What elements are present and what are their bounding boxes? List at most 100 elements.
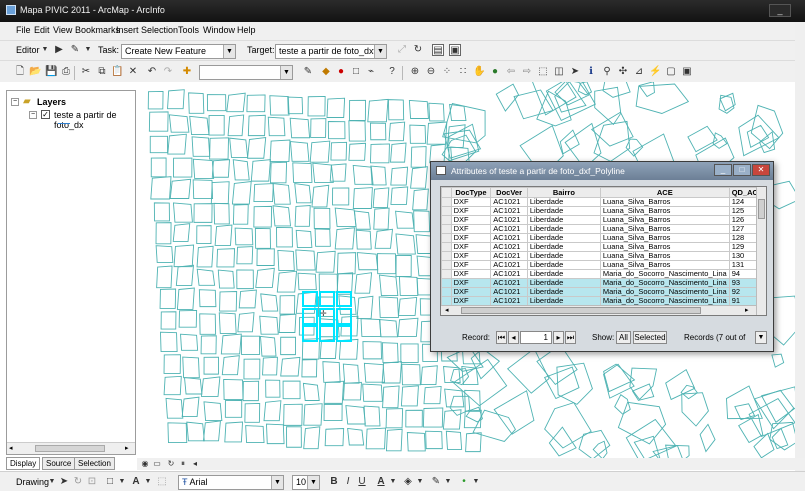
scroll-right-icon[interactable]: ▸ xyxy=(745,306,749,314)
chevron-down-icon[interactable]: ▼ xyxy=(387,476,399,488)
attributes-window[interactable]: Attributes of teste a partir de foto_dxf… xyxy=(430,161,774,352)
table-row[interactable]: DXF AC1021 Liberdade Luana_Silva_Barros 124 xyxy=(441,197,766,207)
menu-help[interactable]: Help xyxy=(237,25,256,35)
chevron-down-icon[interactable]: ▼ xyxy=(307,476,319,489)
table-row[interactable]: DXFAC1021LiberdadeMaria_do_Socorro_Nasci… xyxy=(441,278,766,288)
collapse-toggle-icon[interactable]: − xyxy=(29,111,37,119)
time-slider-icon[interactable]: ▢ xyxy=(665,66,677,78)
layout-view-icon[interactable]: ▭ xyxy=(151,458,163,470)
copy-icon[interactable]: ⧉ xyxy=(96,66,108,78)
select-elements-icon[interactable]: ➤ xyxy=(58,476,70,488)
model-builder-icon[interactable]: ⌁ xyxy=(365,66,377,78)
identify-icon[interactable]: ℹ xyxy=(585,66,597,78)
whats-this-icon[interactable]: ? xyxy=(386,66,398,78)
minimize-button[interactable]: _ xyxy=(769,4,791,17)
table-row[interactable]: DXF AC1021 Liberdade Luana_Silva_Barros 131 xyxy=(441,260,766,270)
underline-icon[interactable]: U xyxy=(356,476,368,488)
table-row[interactable]: DXFAC1021LiberdadeMaria_do_Socorro_Nasci… xyxy=(441,269,766,279)
menu-edit[interactable]: Edit xyxy=(34,25,50,35)
chevron-down-icon[interactable]: ▼ xyxy=(414,476,426,488)
table-row[interactable]: DXF AC1021 Liberdade Luana_Silva_Barros 129 xyxy=(441,242,766,252)
chevron-down-icon[interactable]: ▼ xyxy=(470,476,482,488)
chevron-down-icon[interactable]: ▼ xyxy=(82,44,94,56)
row-selector[interactable] xyxy=(441,287,452,297)
arctoolbox-icon[interactable]: ◆ xyxy=(320,66,332,78)
scroll-left-icon[interactable]: ◂ xyxy=(9,444,13,452)
row-selector[interactable] xyxy=(441,242,452,252)
editor-toolbar-icon[interactable]: ✎ xyxy=(302,66,314,78)
row-selector[interactable] xyxy=(441,197,452,207)
back-extent-icon[interactable]: ⇦ xyxy=(505,66,517,78)
table-row[interactable]: DXF AC1021 Liberdade Luana_Silva_Barros 126 xyxy=(441,215,766,225)
options-dropdown-button[interactable]: ▼ xyxy=(755,331,767,344)
row-selector[interactable] xyxy=(441,251,452,261)
show-all-button[interactable]: All xyxy=(616,331,631,344)
chevron-down-icon[interactable]: ▼ xyxy=(46,476,58,488)
italic-icon[interactable]: I xyxy=(342,476,354,488)
sketch-pencil-icon[interactable]: ✎ xyxy=(69,44,81,56)
layer-name[interactable]: teste a partir de foto_dx xyxy=(54,110,135,130)
column-bairro[interactable]: Bairro xyxy=(526,187,601,198)
table-row[interactable]: DXF AC1021 Liberdade Luana_Silva_Barros 128 xyxy=(441,233,766,243)
next-record-button[interactable]: ▸ xyxy=(553,331,564,344)
row-selector[interactable] xyxy=(441,269,452,279)
chevron-down-icon[interactable]: ▼ xyxy=(39,44,51,56)
forward-extent-icon[interactable]: ⇨ xyxy=(521,66,533,78)
menu-selection[interactable]: Selection xyxy=(141,25,178,35)
attributes-title-bar[interactable]: Attributes of teste a partir de foto_dxf… xyxy=(431,162,773,180)
menu-tools[interactable]: Tools xyxy=(178,25,199,35)
chevron-down-icon[interactable]: ▼ xyxy=(223,45,235,58)
command-line-icon[interactable]: □ xyxy=(350,66,362,78)
column-doctype[interactable]: DocType xyxy=(450,187,492,198)
chevron-down-icon[interactable]: ▼ xyxy=(142,476,154,488)
sketch-tool-icon[interactable]: ⤢ xyxy=(396,44,408,56)
zoom-in-icon[interactable]: ⊕ xyxy=(409,66,421,78)
chevron-down-icon[interactable]: ▼ xyxy=(374,45,386,58)
toc-root-label[interactable]: Layers xyxy=(37,97,66,107)
line-color-icon[interactable]: ✎ xyxy=(430,476,442,488)
collapse-toggle-icon[interactable]: − xyxy=(11,98,19,106)
paste-icon[interactable]: 📋 xyxy=(111,66,123,78)
menu-window[interactable]: Window xyxy=(203,25,235,35)
hyperlink-icon[interactable]: ⚡ xyxy=(649,66,661,78)
table-row[interactable]: DXF AC1021 Liberdade Luana_Silva_Barros 125 xyxy=(441,206,766,216)
editor-menu-label[interactable]: Editor xyxy=(16,45,40,55)
tab-display[interactable]: Display xyxy=(6,457,41,470)
menu-file[interactable]: File xyxy=(16,25,31,35)
menu-insert[interactable]: Insert xyxy=(116,25,139,35)
print-icon[interactable]: ⎙ xyxy=(60,66,72,78)
show-selected-button[interactable]: Selected xyxy=(633,331,667,344)
refresh-icon[interactable]: ↻ xyxy=(165,458,177,470)
menu-view[interactable]: View xyxy=(53,25,72,35)
measure-icon[interactable]: ⊿ xyxy=(633,66,645,78)
row-selector[interactable] xyxy=(441,233,452,243)
row-selector[interactable] xyxy=(441,278,452,288)
font-select[interactable]: Ŧ Arial ▼ xyxy=(178,475,284,490)
map-scale-select[interactable]: ▼ xyxy=(199,65,293,80)
row-selector[interactable] xyxy=(441,224,452,234)
rotate-icon[interactable]: ↻ xyxy=(72,476,84,488)
text-tool-icon[interactable]: A xyxy=(130,476,142,488)
target-select[interactable]: teste a partir de foto_dxf_Poly ▼ xyxy=(275,44,387,59)
zoom-out-icon[interactable]: ⊖ xyxy=(425,66,437,78)
row-selector[interactable] xyxy=(441,206,452,216)
maximize-button[interactable]: □ xyxy=(733,164,751,176)
redo-icon[interactable]: ↷ xyxy=(162,66,174,78)
chevron-down-icon[interactable]: ▼ xyxy=(442,476,454,488)
font-size-select[interactable]: 10 ▼ xyxy=(292,475,320,490)
viewer-window-icon[interactable]: ▣ xyxy=(681,66,693,78)
fill-color-icon[interactable]: ◈ xyxy=(402,476,414,488)
open-folder-icon[interactable]: 📂 xyxy=(29,66,41,78)
column-ace[interactable]: ACE xyxy=(599,187,730,198)
rectangle-icon[interactable]: □ xyxy=(104,476,116,488)
row-selector[interactable] xyxy=(441,260,452,270)
add-data-icon[interactable]: ✚ xyxy=(181,66,193,78)
attributes-table-icon[interactable]: ▤ xyxy=(432,44,444,56)
save-icon[interactable]: 💾 xyxy=(45,66,57,78)
zoom-to-selected-icon[interactable]: ⊡ xyxy=(86,476,98,488)
undo-icon[interactable]: ↶ xyxy=(146,66,158,78)
full-extent-globe-icon[interactable]: ● xyxy=(489,66,501,78)
new-document-icon[interactable]: 🗋 xyxy=(14,66,26,78)
table-horizontal-scrollbar[interactable]: ◂ ▸ xyxy=(441,305,756,315)
select-features-icon[interactable]: ⬚ xyxy=(537,66,549,78)
